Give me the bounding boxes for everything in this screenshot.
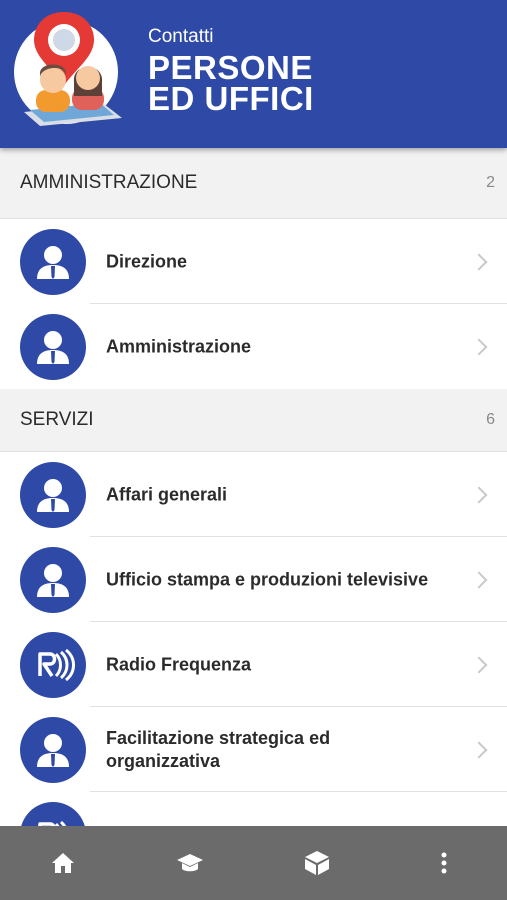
contacts-list[interactable]: AMMINISTRAZIONE 2 Direzione Amministrazi… [0, 148, 507, 826]
list-item-label: Ufficio stampa e produzioni televisive [106, 569, 429, 589]
section-header-amministrazione: AMMINISTRAZIONE 2 [0, 148, 507, 219]
list-item-label: Affari generali [106, 484, 228, 504]
nav-home-button[interactable] [0, 826, 127, 900]
chevron-right-icon [470, 571, 488, 588]
section-title: AMMINISTRAZIONE [20, 172, 198, 193]
home-icon [52, 853, 75, 873]
chevron-right-icon [470, 253, 488, 270]
chevron-right-icon [470, 741, 488, 758]
app-header: Contatti PERSONE ED UFFICI [0, 0, 507, 148]
list-item-label: Radio Frequenza [106, 654, 252, 674]
header-title: PERSONE ED UFFICI [148, 49, 314, 117]
section-count: 2 [486, 174, 495, 191]
list-item-facilitazione[interactable]: Facilitazione strategica ed organizzativ… [0, 707, 507, 792]
header-subtitle: Contatti [148, 26, 214, 47]
chevron-right-icon [470, 656, 488, 673]
person-icon [20, 229, 86, 295]
graduation-cap-icon [177, 854, 204, 872]
radio-frequenza-icon [20, 632, 86, 698]
section-count: 6 [486, 411, 495, 428]
chevron-right-icon [470, 486, 488, 503]
nav-cube-button[interactable] [254, 826, 381, 900]
radio-frequenza-icon [20, 802, 86, 826]
person-icon [20, 717, 86, 783]
list-item-label: Facilitazione strategica ed organizzativ… [106, 727, 331, 771]
list-item-label: Amministrazione [106, 336, 252, 356]
nav-more-button[interactable] [380, 826, 507, 900]
list-item-affari-generali[interactable]: Affari generali [0, 452, 507, 537]
cube-icon [304, 851, 329, 875]
list-item-partial[interactable] [0, 792, 507, 826]
list-item-amministrazione[interactable]: Amministrazione [0, 304, 507, 389]
more-vertical-icon [441, 852, 447, 874]
list-item-ufficio-stampa[interactable]: Ufficio stampa e produzioni televisive [0, 537, 507, 622]
list-item-radio-frequenza[interactable]: Radio Frequenza [0, 622, 507, 707]
section-header-servizi: SERVIZI 6 [0, 389, 507, 452]
person-icon [20, 547, 86, 613]
list-item-direzione[interactable]: Direzione [0, 219, 507, 304]
contacts-logo-icon [14, 10, 132, 132]
section-title: SERVIZI [20, 409, 94, 430]
list-item-label: Direzione [106, 251, 188, 271]
person-icon [20, 462, 86, 528]
header-text: Contatti PERSONE ED UFFICI [148, 26, 314, 117]
nav-education-button[interactable] [127, 826, 254, 900]
person-icon [20, 314, 86, 380]
chevron-right-icon [470, 338, 488, 355]
bottom-navigation [0, 826, 507, 900]
